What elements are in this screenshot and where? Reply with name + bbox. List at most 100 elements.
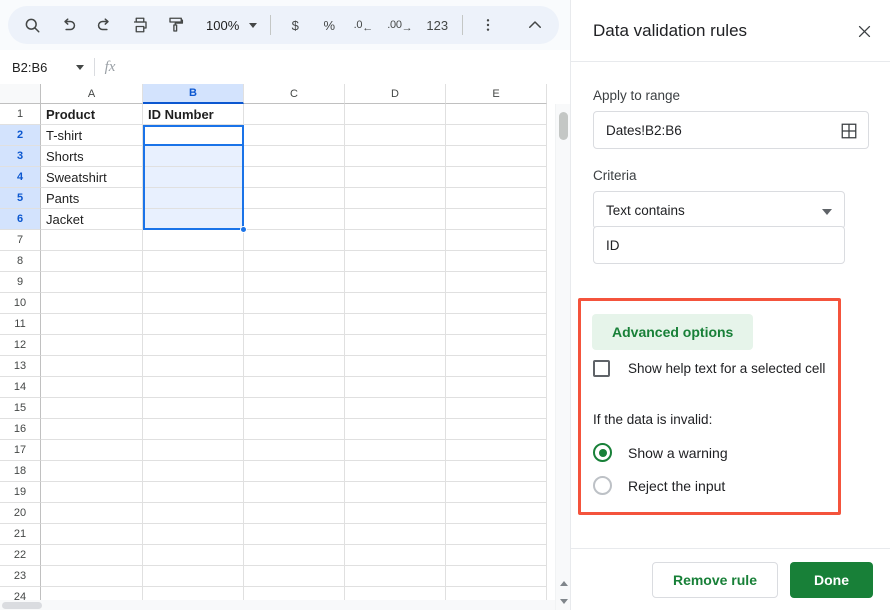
cell-a9[interactable] [41,272,143,293]
row-header-22[interactable]: 22 [0,545,41,566]
row-header-15[interactable]: 15 [0,398,41,419]
cell-e23[interactable] [446,566,547,587]
cell-e12[interactable] [446,335,547,356]
column-header-d[interactable]: D [345,84,446,104]
cell-e17[interactable] [446,440,547,461]
number-format-button[interactable]: 123 [421,10,453,40]
cell-b18[interactable] [143,461,244,482]
radio-reject-input-control[interactable] [593,476,612,495]
cell-e1[interactable] [446,104,547,125]
radio-show-warning-control[interactable] [593,443,612,462]
cell-a16[interactable] [41,419,143,440]
row-header-4[interactable]: 4 [0,167,41,188]
row-header-14[interactable]: 14 [0,377,41,398]
cell-d4[interactable] [345,167,446,188]
cell-d3[interactable] [345,146,446,167]
column-header-e[interactable]: E [446,84,547,104]
radio-show-warning[interactable]: Show a warning [593,443,728,462]
cell-d5[interactable] [345,188,446,209]
row-header-8[interactable]: 8 [0,251,41,272]
cell-c11[interactable] [244,314,345,335]
cell-e11[interactable] [446,314,547,335]
cell-c5[interactable] [244,188,345,209]
row-header-21[interactable]: 21 [0,524,41,545]
row-header-7[interactable]: 7 [0,230,41,251]
cell-c10[interactable] [244,293,345,314]
criteria-select[interactable]: Text contains [593,191,845,229]
cell-c21[interactable] [244,524,345,545]
cell-e16[interactable] [446,419,547,440]
formula-input[interactable] [125,50,570,84]
row-header-5[interactable]: 5 [0,188,41,209]
cell-d22[interactable] [345,545,446,566]
cell-e9[interactable] [446,272,547,293]
print-icon[interactable] [125,10,155,40]
cell-c1[interactable] [244,104,345,125]
cell-c2[interactable] [244,125,345,146]
cell-b19[interactable] [143,482,244,503]
cell-d7[interactable] [345,230,446,251]
cell-d1[interactable] [345,104,446,125]
show-help-text-checkbox[interactable] [593,360,610,377]
row-header-11[interactable]: 11 [0,314,41,335]
cell-a23[interactable] [41,566,143,587]
cell-b20[interactable] [143,503,244,524]
column-header-a[interactable]: A [41,84,143,104]
cell-e21[interactable] [446,524,547,545]
cell-e10[interactable] [446,293,547,314]
scroll-up-button[interactable] [556,574,570,592]
cell-b12[interactable] [143,335,244,356]
cell-b1[interactable]: ID Number [143,104,244,125]
cell-a8[interactable] [41,251,143,272]
cell-d20[interactable] [345,503,446,524]
row-header-20[interactable]: 20 [0,503,41,524]
cell-d2[interactable] [345,125,446,146]
cell-d9[interactable] [345,272,446,293]
cell-b21[interactable] [143,524,244,545]
horizontal-scrollbar[interactable] [0,600,555,610]
decrease-decimal-button[interactable]: .0← [348,10,378,40]
cell-b23[interactable] [143,566,244,587]
cell-d11[interactable] [345,314,446,335]
apply-to-range-input[interactable]: Dates!B2:B6 [593,111,869,149]
cell-a20[interactable] [41,503,143,524]
cell-a13[interactable] [41,356,143,377]
cell-a6[interactable]: Jacket [41,209,143,230]
cell-d18[interactable] [345,461,446,482]
cell-e14[interactable] [446,377,547,398]
criteria-value-input[interactable]: ID [593,226,845,264]
cell-a15[interactable] [41,398,143,419]
cell-b16[interactable] [143,419,244,440]
cell-c22[interactable] [244,545,345,566]
cell-b7[interactable] [143,230,244,251]
cell-c19[interactable] [244,482,345,503]
cell-a14[interactable] [41,377,143,398]
increase-decimal-button[interactable]: .00→ [382,10,417,40]
cell-c20[interactable] [244,503,345,524]
cell-d15[interactable] [345,398,446,419]
cell-b3[interactable] [143,146,244,167]
show-help-text-row[interactable]: Show help text for a selected cell [593,360,825,377]
cell-b17[interactable] [143,440,244,461]
currency-format-button[interactable]: $ [280,10,310,40]
row-header-1[interactable]: 1 [0,104,41,125]
cell-b6[interactable] [143,209,244,230]
cell-a11[interactable] [41,314,143,335]
cell-d23[interactable] [345,566,446,587]
cell-c3[interactable] [244,146,345,167]
row-header-9[interactable]: 9 [0,272,41,293]
cell-a4[interactable]: Sweatshirt [41,167,143,188]
row-header-10[interactable]: 10 [0,293,41,314]
column-header-c[interactable]: C [244,84,345,104]
search-icon[interactable] [17,10,47,40]
cell-e6[interactable] [446,209,547,230]
cell-a17[interactable] [41,440,143,461]
vertical-scrollbar[interactable] [555,104,570,610]
cell-c8[interactable] [244,251,345,272]
cell-a3[interactable]: Shorts [41,146,143,167]
cell-e15[interactable] [446,398,547,419]
close-icon[interactable] [849,16,879,46]
row-header-12[interactable]: 12 [0,335,41,356]
cell-d19[interactable] [345,482,446,503]
cell-b5[interactable] [143,188,244,209]
